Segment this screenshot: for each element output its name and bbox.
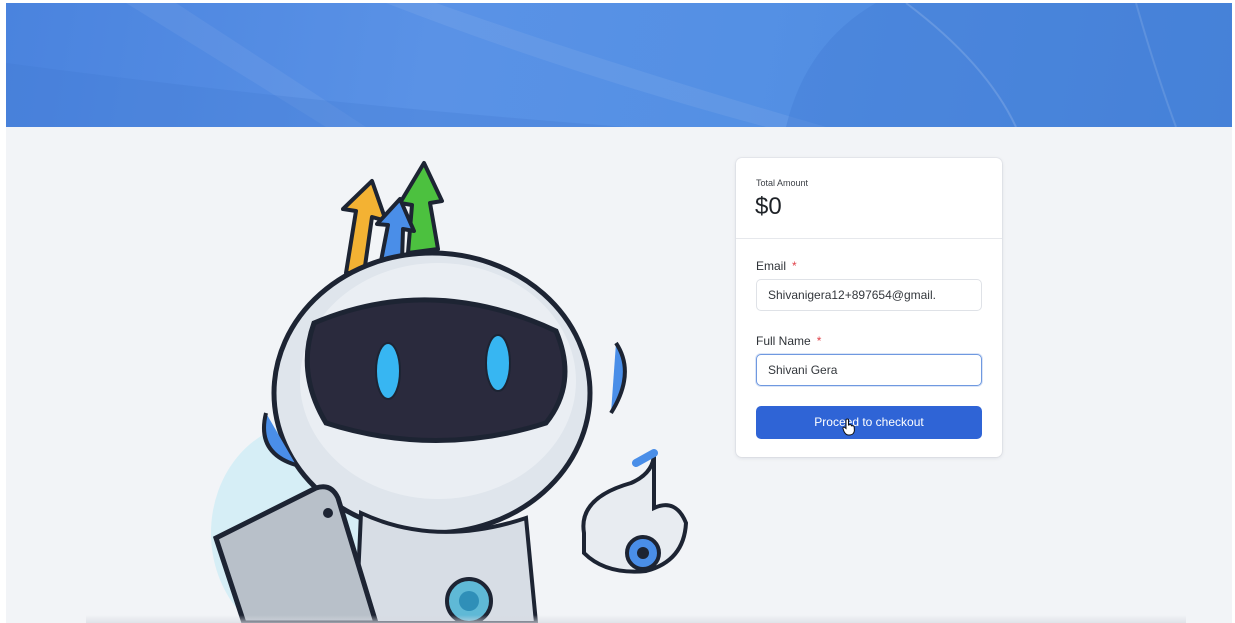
total-amount-value: $0	[755, 193, 782, 220]
page-frame	[6, 3, 1232, 623]
header-banner	[6, 3, 1232, 127]
total-section: Total Amount $0	[736, 158, 1002, 239]
checkout-card: Total Amount $0 Email * Shivanigera12+897…	[736, 158, 1002, 457]
full-name-field[interactable]: Shivani Gera	[756, 354, 982, 386]
proceed-to-checkout-button[interactable]: Proceed to checkout	[756, 406, 982, 439]
total-amount-label: Total Amount	[756, 178, 809, 188]
full-name-label-text: Full Name	[756, 334, 811, 348]
bottom-shadow	[86, 615, 1186, 623]
email-required-mark: *	[792, 259, 797, 273]
full-name-required-mark: *	[816, 334, 822, 348]
robot-mascot-illustration	[211, 161, 689, 623]
email-label-text: Email	[756, 259, 787, 273]
full-name-label: Full Name *	[756, 334, 821, 348]
hand-pointer-cursor-icon	[842, 418, 855, 436]
banner-pattern	[6, 3, 1232, 127]
email-label: Email *	[756, 259, 797, 273]
email-field[interactable]: Shivanigera12+897654@gmail.	[756, 279, 982, 311]
